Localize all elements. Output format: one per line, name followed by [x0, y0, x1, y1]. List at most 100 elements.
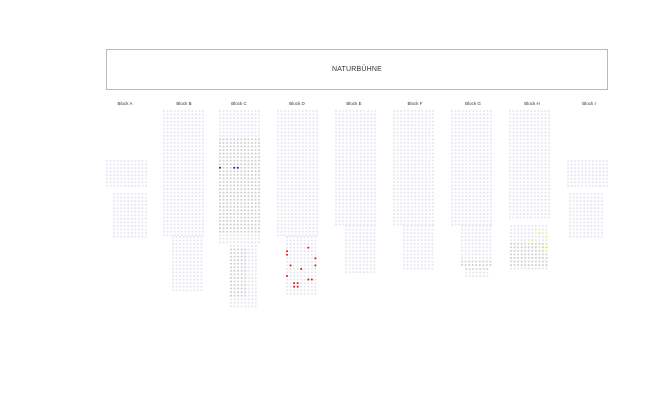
seat[interactable] — [293, 275, 296, 278]
seat[interactable] — [186, 289, 189, 292]
seat[interactable] — [402, 224, 406, 228]
seat[interactable] — [293, 235, 296, 239]
seat[interactable] — [359, 239, 362, 242]
seat[interactable] — [184, 134, 187, 137]
seat[interactable] — [427, 246, 430, 249]
seat[interactable] — [316, 234, 319, 237]
seat[interactable] — [187, 127, 190, 130]
seat[interactable] — [454, 212, 457, 215]
seat[interactable] — [291, 202, 294, 205]
seat[interactable] — [202, 124, 205, 127]
seat[interactable] — [254, 252, 257, 255]
seat[interactable] — [301, 149, 304, 152]
seat[interactable] — [396, 173, 399, 176]
seat[interactable] — [113, 177, 116, 180]
seat[interactable] — [191, 195, 194, 198]
seat[interactable] — [186, 267, 189, 271]
seat[interactable] — [482, 249, 485, 252]
seat[interactable] — [316, 188, 319, 191]
seat[interactable] — [392, 184, 396, 187]
seat[interactable] — [342, 131, 345, 134]
seat[interactable] — [200, 285, 203, 288]
seat[interactable] — [526, 202, 529, 205]
seat[interactable] — [508, 120, 512, 123]
seat[interactable] — [202, 230, 205, 233]
seat[interactable] — [417, 264, 420, 267]
seat[interactable] — [218, 117, 222, 120]
seat[interactable] — [475, 134, 478, 137]
seat[interactable] — [314, 289, 317, 292]
seat[interactable] — [424, 267, 427, 270]
seat[interactable] — [374, 152, 377, 155]
seat[interactable] — [432, 184, 435, 187]
seat[interactable] — [544, 152, 547, 155]
seat[interactable] — [468, 156, 471, 159]
seat[interactable] — [363, 220, 366, 223]
seat[interactable] — [396, 180, 399, 184]
seat[interactable] — [540, 173, 543, 176]
seat[interactable] — [166, 156, 169, 159]
seat[interactable] — [348, 232, 351, 235]
seat[interactable] — [144, 210, 147, 213]
seat[interactable] — [305, 120, 308, 123]
seat[interactable] — [112, 235, 116, 238]
seat[interactable] — [338, 109, 341, 113]
seat[interactable] — [370, 117, 373, 120]
seat[interactable] — [417, 156, 420, 159]
seat[interactable] — [598, 167, 601, 170]
seat[interactable] — [296, 292, 299, 295]
seat[interactable] — [428, 141, 431, 144]
seat[interactable] — [464, 249, 467, 252]
seat[interactable] — [171, 267, 175, 271]
seat[interactable] — [540, 177, 543, 180]
seat[interactable] — [305, 163, 308, 166]
seat[interactable] — [170, 205, 173, 208]
seat[interactable] — [194, 216, 197, 219]
seat[interactable] — [530, 149, 533, 152]
seat[interactable] — [410, 127, 413, 130]
seat[interactable] — [191, 134, 194, 137]
seat[interactable] — [366, 177, 370, 180]
seat[interactable] — [370, 131, 373, 134]
seat[interactable] — [308, 163, 312, 166]
seat[interactable] — [403, 120, 406, 123]
seat[interactable] — [173, 202, 176, 205]
seat[interactable] — [180, 134, 183, 137]
seat[interactable] — [540, 205, 543, 208]
seat[interactable] — [588, 177, 591, 180]
seat[interactable] — [186, 239, 189, 242]
seat[interactable] — [298, 120, 301, 123]
seat[interactable] — [194, 188, 197, 191]
seat[interactable] — [316, 177, 319, 180]
seat[interactable] — [461, 134, 464, 137]
seat[interactable] — [512, 166, 515, 169]
seat[interactable] — [196, 282, 199, 285]
seat[interactable] — [374, 184, 377, 187]
seat[interactable] — [424, 260, 427, 263]
seat[interactable] — [298, 209, 301, 212]
seat[interactable] — [530, 195, 533, 198]
seat[interactable] — [460, 239, 464, 242]
seat[interactable] — [586, 192, 589, 196]
seat[interactable] — [316, 205, 319, 208]
seat[interactable] — [193, 271, 196, 274]
seat[interactable] — [352, 253, 355, 256]
seat[interactable] — [544, 198, 547, 201]
seat[interactable] — [531, 267, 534, 270]
seat[interactable] — [468, 228, 471, 231]
seat[interactable] — [144, 224, 147, 227]
seat[interactable] — [254, 109, 257, 113]
seat[interactable] — [465, 138, 468, 141]
seat[interactable] — [202, 227, 205, 230]
seat[interactable] — [464, 235, 467, 238]
seat[interactable] — [472, 205, 475, 208]
seat[interactable] — [461, 117, 464, 120]
seat[interactable] — [454, 198, 457, 201]
seat[interactable] — [305, 145, 308, 148]
seat[interactable] — [294, 198, 297, 201]
seat[interactable] — [342, 195, 345, 198]
seat[interactable] — [162, 152, 166, 155]
seat[interactable] — [537, 159, 540, 162]
seat[interactable] — [198, 145, 201, 148]
seat[interactable] — [465, 117, 468, 120]
